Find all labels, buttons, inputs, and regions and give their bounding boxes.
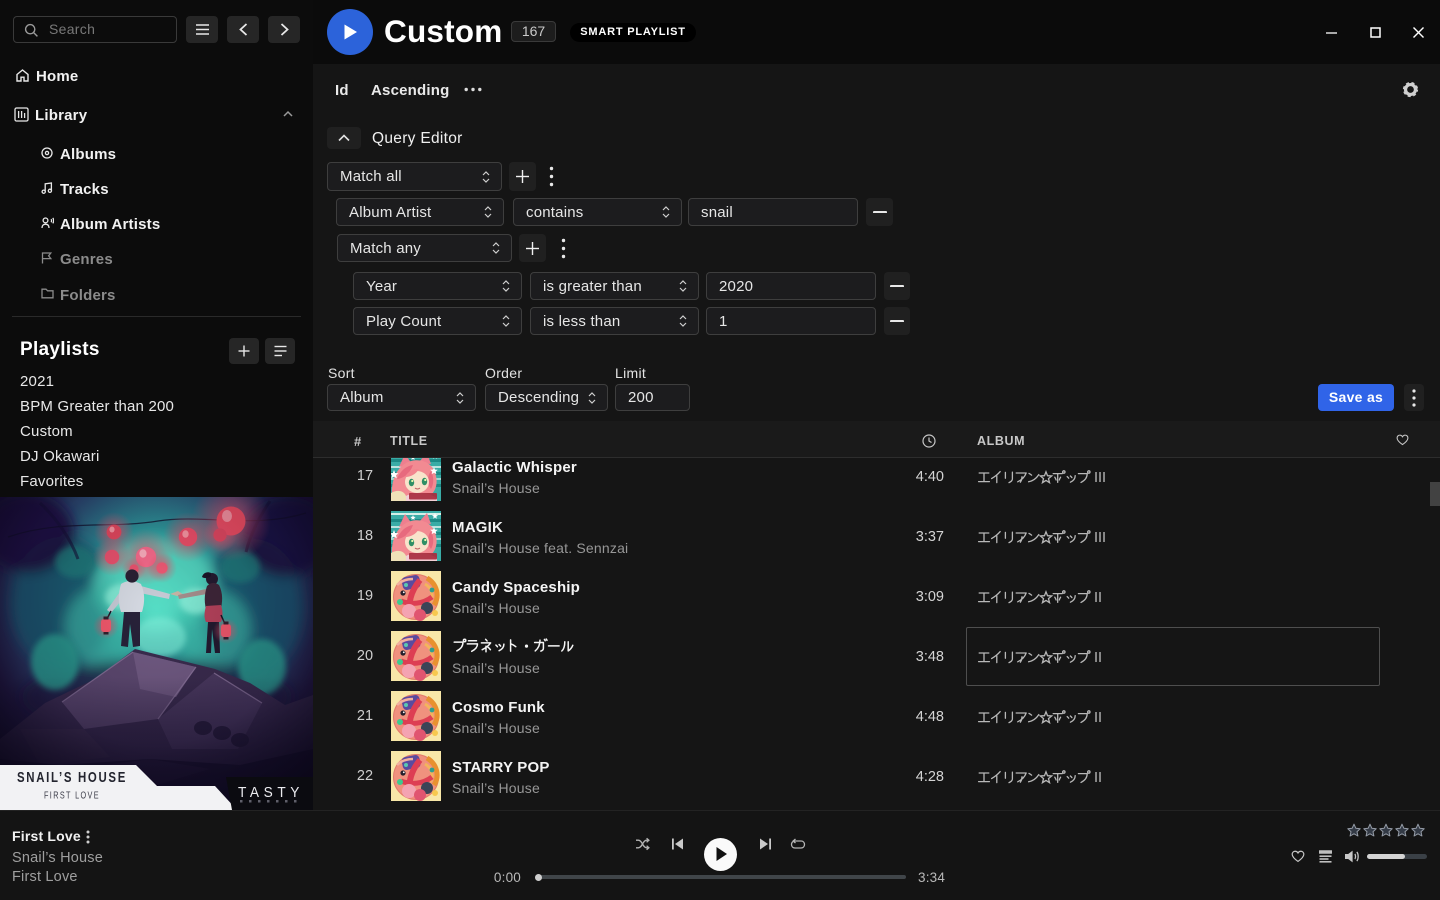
svg-text:III: III	[1094, 530, 1106, 545]
svg-text:III: III	[1094, 470, 1106, 485]
svg-text:II: II	[1094, 590, 1102, 605]
svg-text:II: II	[1094, 710, 1102, 725]
svg-text:II: II	[1094, 770, 1102, 785]
svg-text:FIRST LOVE: FIRST LOVE	[44, 790, 100, 802]
svg-text:SNAIL’S HOUSE: SNAIL’S HOUSE	[17, 769, 127, 786]
svg-text:TASTY: TASTY	[238, 784, 304, 801]
